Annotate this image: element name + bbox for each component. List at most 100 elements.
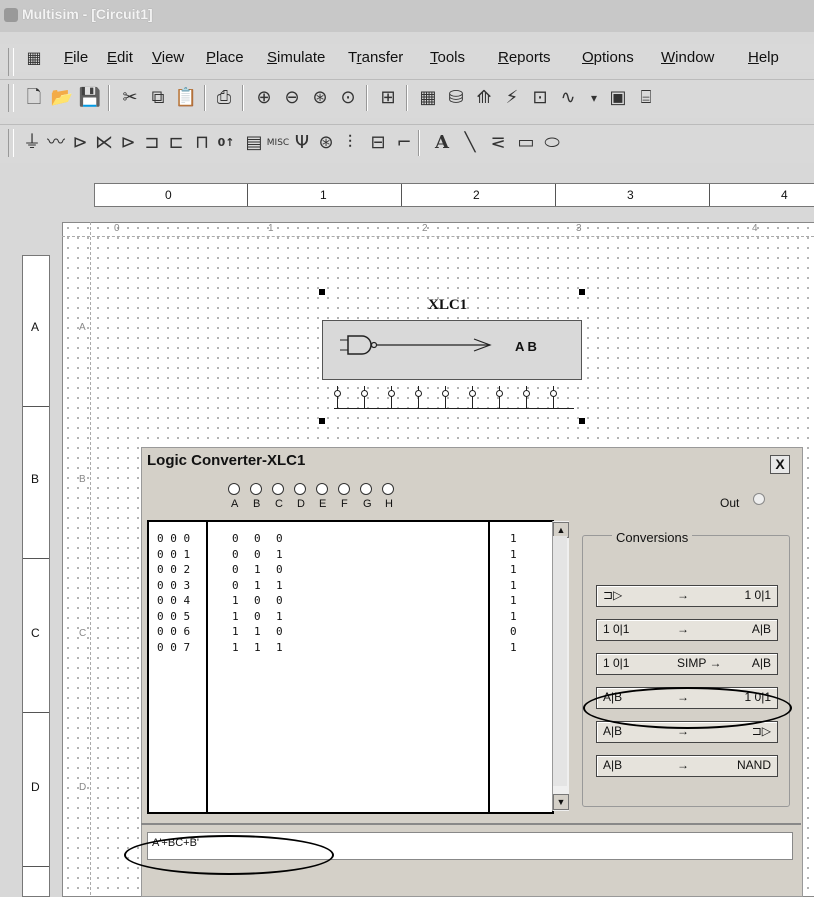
component-wizard-icon[interactable]: ⟰ [472,86,496,110]
rf-icon[interactable]: Ψ [290,131,314,155]
zoom-area-icon[interactable]: ⊛ [308,86,332,110]
truth-table-cell-out[interactable]: 0 [510,625,517,638]
truth-table-cell-out[interactable]: 1 [510,641,517,654]
source-icon[interactable]: ⏚ [20,131,44,155]
ruler-row-label: C [31,626,40,640]
menu-tools[interactable]: Tools [430,49,465,66]
misc-icon[interactable]: MISC [266,131,290,155]
truth-table-cell-out[interactable]: 1 [510,548,517,561]
input-label[interactable]: F [341,498,348,510]
sheet-column-label: 1 [268,223,274,234]
menu-view[interactable]: View [152,49,184,66]
transistor-icon[interactable]: ⋉ [92,131,116,155]
hierarchy-icon[interactable]: ⊞ [376,86,400,110]
text-icon[interactable]: A [430,131,454,155]
truth-table-cell-out[interactable]: 1 [510,594,517,607]
truth-table-cell-out[interactable]: 1 [510,610,517,623]
diode-icon[interactable]: ⊳ [68,131,92,155]
zoom-in-icon[interactable]: ⊕ [252,86,276,110]
spreadsheet-icon[interactable]: ▦ [416,86,440,110]
paste-icon[interactable]: 📋 [174,86,198,110]
menu-reports[interactable]: Reports [498,49,551,66]
input-terminal-g[interactable] [360,483,372,495]
new-icon[interactable]: 🗋 [22,86,46,110]
menu-simulate[interactable]: Simulate [267,49,325,66]
selection-handle[interactable] [579,289,585,295]
menu-options[interactable]: Options [582,49,634,66]
database-icon[interactable]: ⛁ [444,86,468,110]
cmos-icon[interactable]: ⊏ [164,131,188,155]
input-terminal-h[interactable] [382,483,394,495]
input-label[interactable]: B [253,498,260,510]
save-icon[interactable]: 💾 [78,86,102,110]
ruler-column-label: 0 [165,188,172,202]
input-terminal-d[interactable] [294,483,306,495]
truth-table-cell-c: 1 [276,547,283,561]
truth-table-cell-out[interactable]: 1 [510,532,517,545]
postprocessor-icon[interactable]: ▣ [606,86,630,110]
input-terminal-e[interactable] [316,483,328,495]
truth-table[interactable] [147,520,554,814]
menu-place[interactable]: Place [206,49,244,66]
line-icon[interactable]: ╲ [458,131,482,155]
truth-table-to-simplified-expression-button[interactable]: 1 0|1 SIMP → A|B [596,653,778,675]
analog-icon[interactable]: ⊳ [116,131,140,155]
truth-table-cell-out[interactable]: 1 [510,563,517,576]
input-terminal-c[interactable] [272,483,284,495]
zoom-fit-icon[interactable]: ⊙ [336,86,360,110]
cut-icon[interactable]: ✂ [118,86,142,110]
input-label[interactable]: D [297,498,305,510]
menu-transfer[interactable]: Transfer [348,49,403,66]
ellipse-icon[interactable]: ⬭ [540,131,564,155]
scroll-down-icon[interactable]: ▼ [553,794,569,810]
indicator-icon[interactable]: ▤ [242,131,266,155]
zoom-out-icon[interactable]: ⊖ [280,86,304,110]
pin-terminal [361,390,368,397]
waveform-icon[interactable]: ∿ [556,86,580,110]
input-label[interactable]: H [385,498,393,510]
electromech-icon[interactable]: ⊛ [314,131,338,155]
selection-handle[interactable] [319,418,325,424]
basic-icon[interactable]: 〰 [44,131,68,155]
output-terminal[interactable] [753,493,765,505]
menu-edit[interactable]: Edit [107,49,133,66]
selection-handle[interactable] [319,289,325,295]
selection-handle[interactable] [579,418,585,424]
truth-table-to-expression-button[interactable]: 1 0|1 → A|B [596,619,778,641]
rectangle-icon[interactable]: ▭ [514,131,538,155]
copy-icon[interactable]: ⧉ [146,86,170,110]
circuit-to-truth-table-button[interactable]: ⊐▷ → 1 0|1 [596,585,778,607]
menu-window[interactable]: Window [661,49,714,66]
input-label[interactable]: A [231,498,238,510]
truth-table-cell-out[interactable]: 1 [510,579,517,592]
ttl-icon[interactable]: ⊐ [140,131,164,155]
conversion-right-label: A|B [751,656,771,670]
scrollbar-thumb[interactable] [553,536,567,786]
input-terminal-a[interactable] [228,483,240,495]
input-terminal-f[interactable] [338,483,350,495]
pin-terminal [550,390,557,397]
probe-icon[interactable]: ⚡ [500,86,524,110]
document-menu-icon[interactable]: ▦ [22,46,46,70]
standard-toolbar: 🗋 📂 💾 ✂ ⧉ 📋 ⎙ ⊕ ⊖ ⊛ ⊙ ⊞ ▦ ⛁ ⟰ ⚡ ⊡ ∿ ▾ ▣ … [0,79,814,118]
hierarchical-block-icon[interactable]: ⊟ [366,131,390,155]
misc-digital-icon[interactable]: ⊓ [190,131,214,155]
menu-help[interactable]: Help [748,49,779,66]
expression-to-nand-button[interactable]: A|B → NAND [596,755,778,777]
ladder-icon[interactable]: ⫶ [338,131,362,155]
input-label[interactable]: E [319,498,326,510]
ruler-tick [247,184,248,206]
bus-icon[interactable]: ⌐ [392,131,416,155]
print-icon[interactable]: ⎙ [212,86,236,110]
input-label[interactable]: C [275,498,283,510]
mixed-icon[interactable]: 0↑ [214,131,238,155]
close-button[interactable]: X [770,455,790,474]
more-icon[interactable]: ⌸ [634,86,658,110]
chevron-down-icon[interactable]: ▾ [582,86,606,110]
open-icon[interactable]: 📂 [50,86,74,110]
grapher-icon[interactable]: ⊡ [528,86,552,110]
input-label[interactable]: G [363,498,372,510]
input-terminal-b[interactable] [250,483,262,495]
polyline-icon[interactable]: ⋜ [486,131,510,155]
menu-file[interactable]: File [64,49,88,66]
